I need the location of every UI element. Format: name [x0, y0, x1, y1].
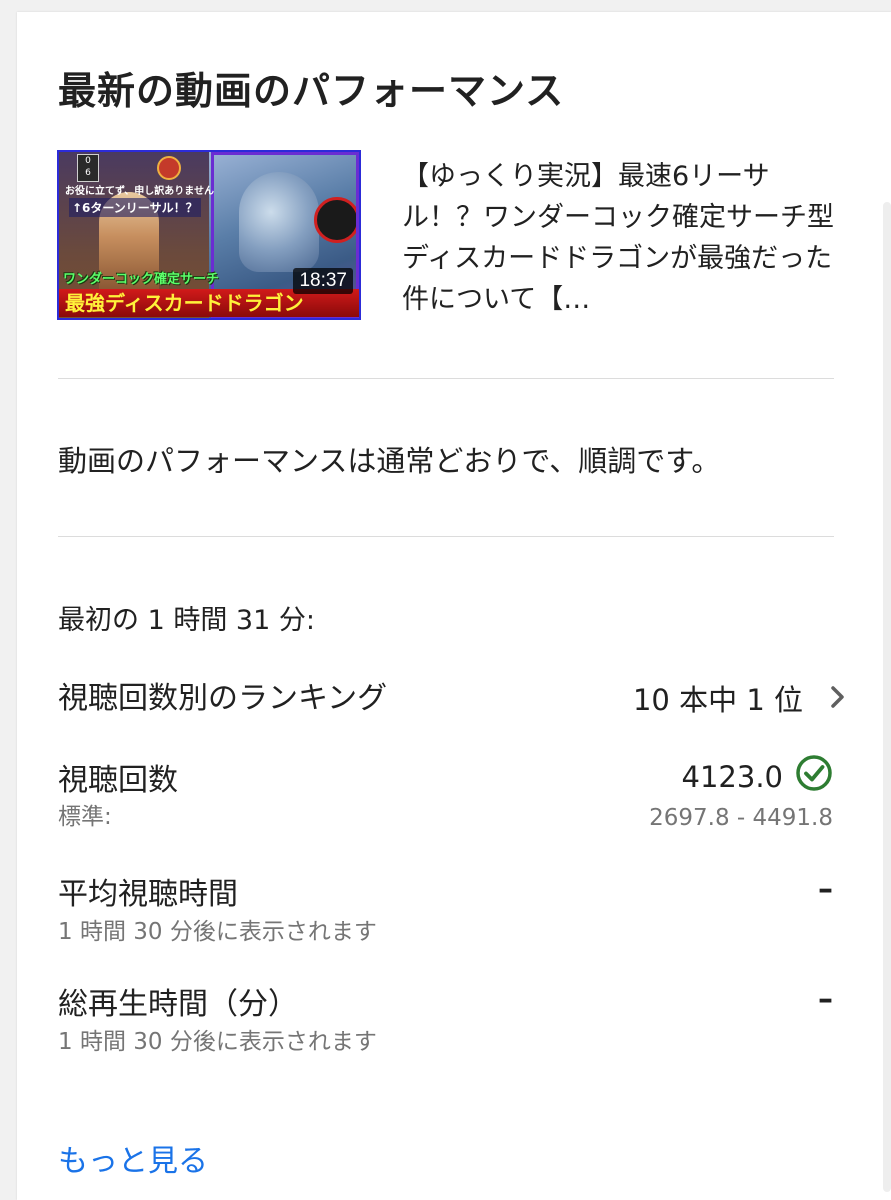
card-title: 最新の動画のパフォーマンス	[58, 69, 565, 113]
video-thumbnail[interactable]: 0 6 お役に立てず、申し訳ありません ↑6ターンリーサル！？ ワンダーコック確…	[57, 150, 361, 320]
views-standard-range: 2697.8 - 4491.8	[649, 805, 833, 831]
thumbnail-counter: 0 6	[77, 154, 99, 182]
views-standard-label: 標準:	[58, 804, 112, 830]
counter-bottom: 6	[85, 168, 91, 178]
video-duration-badge: 18:37	[293, 268, 353, 294]
see-more-link[interactable]: もっと見る	[58, 1136, 208, 1180]
total-watch-time-label: 総再生時間（分）	[58, 987, 298, 1022]
counter-top: 0	[85, 156, 91, 166]
divider	[58, 378, 834, 379]
divider	[58, 536, 834, 537]
views-label: 視聴回数	[58, 763, 178, 798]
avg-view-duration-value: –	[818, 872, 833, 907]
views-value: 4123.0	[681, 760, 783, 794]
thumbnail-banner-green: ワンダーコック確定サーチ	[63, 272, 220, 287]
period-label: 最初の 1 時間 31 分:	[58, 605, 315, 636]
chevron-right-icon[interactable]	[828, 683, 848, 711]
ranking-value: 10 本中 1 位	[632, 683, 803, 717]
avg-view-duration-label: 平均視聴時間	[58, 877, 238, 912]
thumbnail-coin-icon	[157, 156, 181, 180]
total-watch-time-value: –	[818, 982, 833, 1017]
avg-view-duration-note: 1 時間 30 分後に表示されます	[58, 919, 377, 945]
check-circle-icon	[796, 755, 832, 791]
thumbnail-caption-small: お役に立てず、申し訳ありません	[65, 186, 214, 197]
status-message: 動画のパフォーマンスは通常どおりで、順調です。	[58, 444, 721, 478]
ranking-label: 視聴回数別のランキング	[58, 681, 388, 716]
total-watch-time-note: 1 時間 30 分後に表示されます	[58, 1029, 377, 1055]
video-title[interactable]: 【ゆっくり実況】最速6リーサル！？ワンダーコック確定サーチ型ディスカードドラゴン…	[402, 156, 842, 320]
scrollbar[interactable]	[883, 202, 891, 1192]
thumbnail-caption-mid: ↑6ターンリーサル！？	[69, 198, 201, 217]
